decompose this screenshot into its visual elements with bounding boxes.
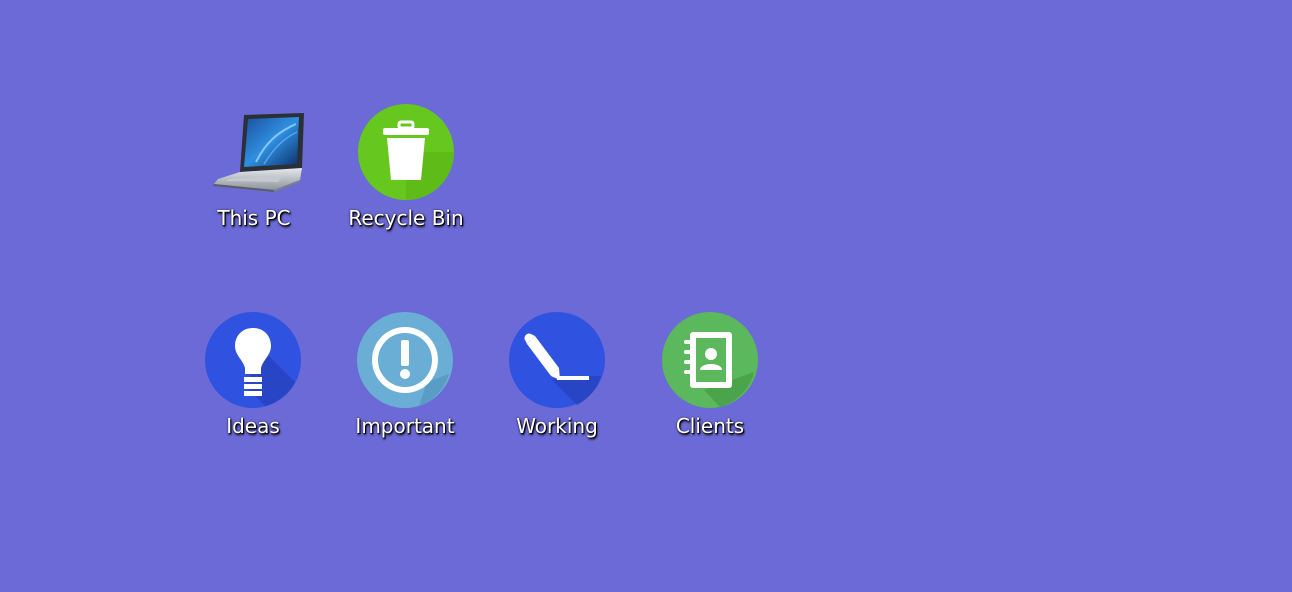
desktop-icon-label: Ideas bbox=[226, 414, 280, 438]
address-book-icon bbox=[660, 310, 760, 410]
pencil-icon bbox=[507, 310, 607, 410]
desktop-icon-clients[interactable]: Clients bbox=[640, 310, 780, 440]
desktop-icon-recycle-bin[interactable]: Recycle Bin bbox=[336, 102, 476, 232]
laptop-icon bbox=[204, 102, 304, 202]
desktop-icon-label: Clients bbox=[675, 414, 745, 438]
exclamation-icon bbox=[355, 310, 455, 410]
desktop-icon-working[interactable]: Working bbox=[487, 310, 627, 440]
desktop-icon-this-pc[interactable]: This PC bbox=[184, 102, 324, 232]
lightbulb-icon bbox=[203, 310, 303, 410]
desktop-icon-ideas[interactable]: Ideas bbox=[183, 310, 323, 440]
desktop-icon-label: Important bbox=[355, 414, 455, 438]
desktop-icon-label: Working bbox=[516, 414, 598, 438]
recycle-bin-icon bbox=[356, 102, 456, 202]
desktop-icon-label: This PC bbox=[217, 206, 291, 230]
desktop-icon-important[interactable]: Important bbox=[335, 310, 475, 440]
desktop-icon-label: Recycle Bin bbox=[348, 206, 464, 230]
